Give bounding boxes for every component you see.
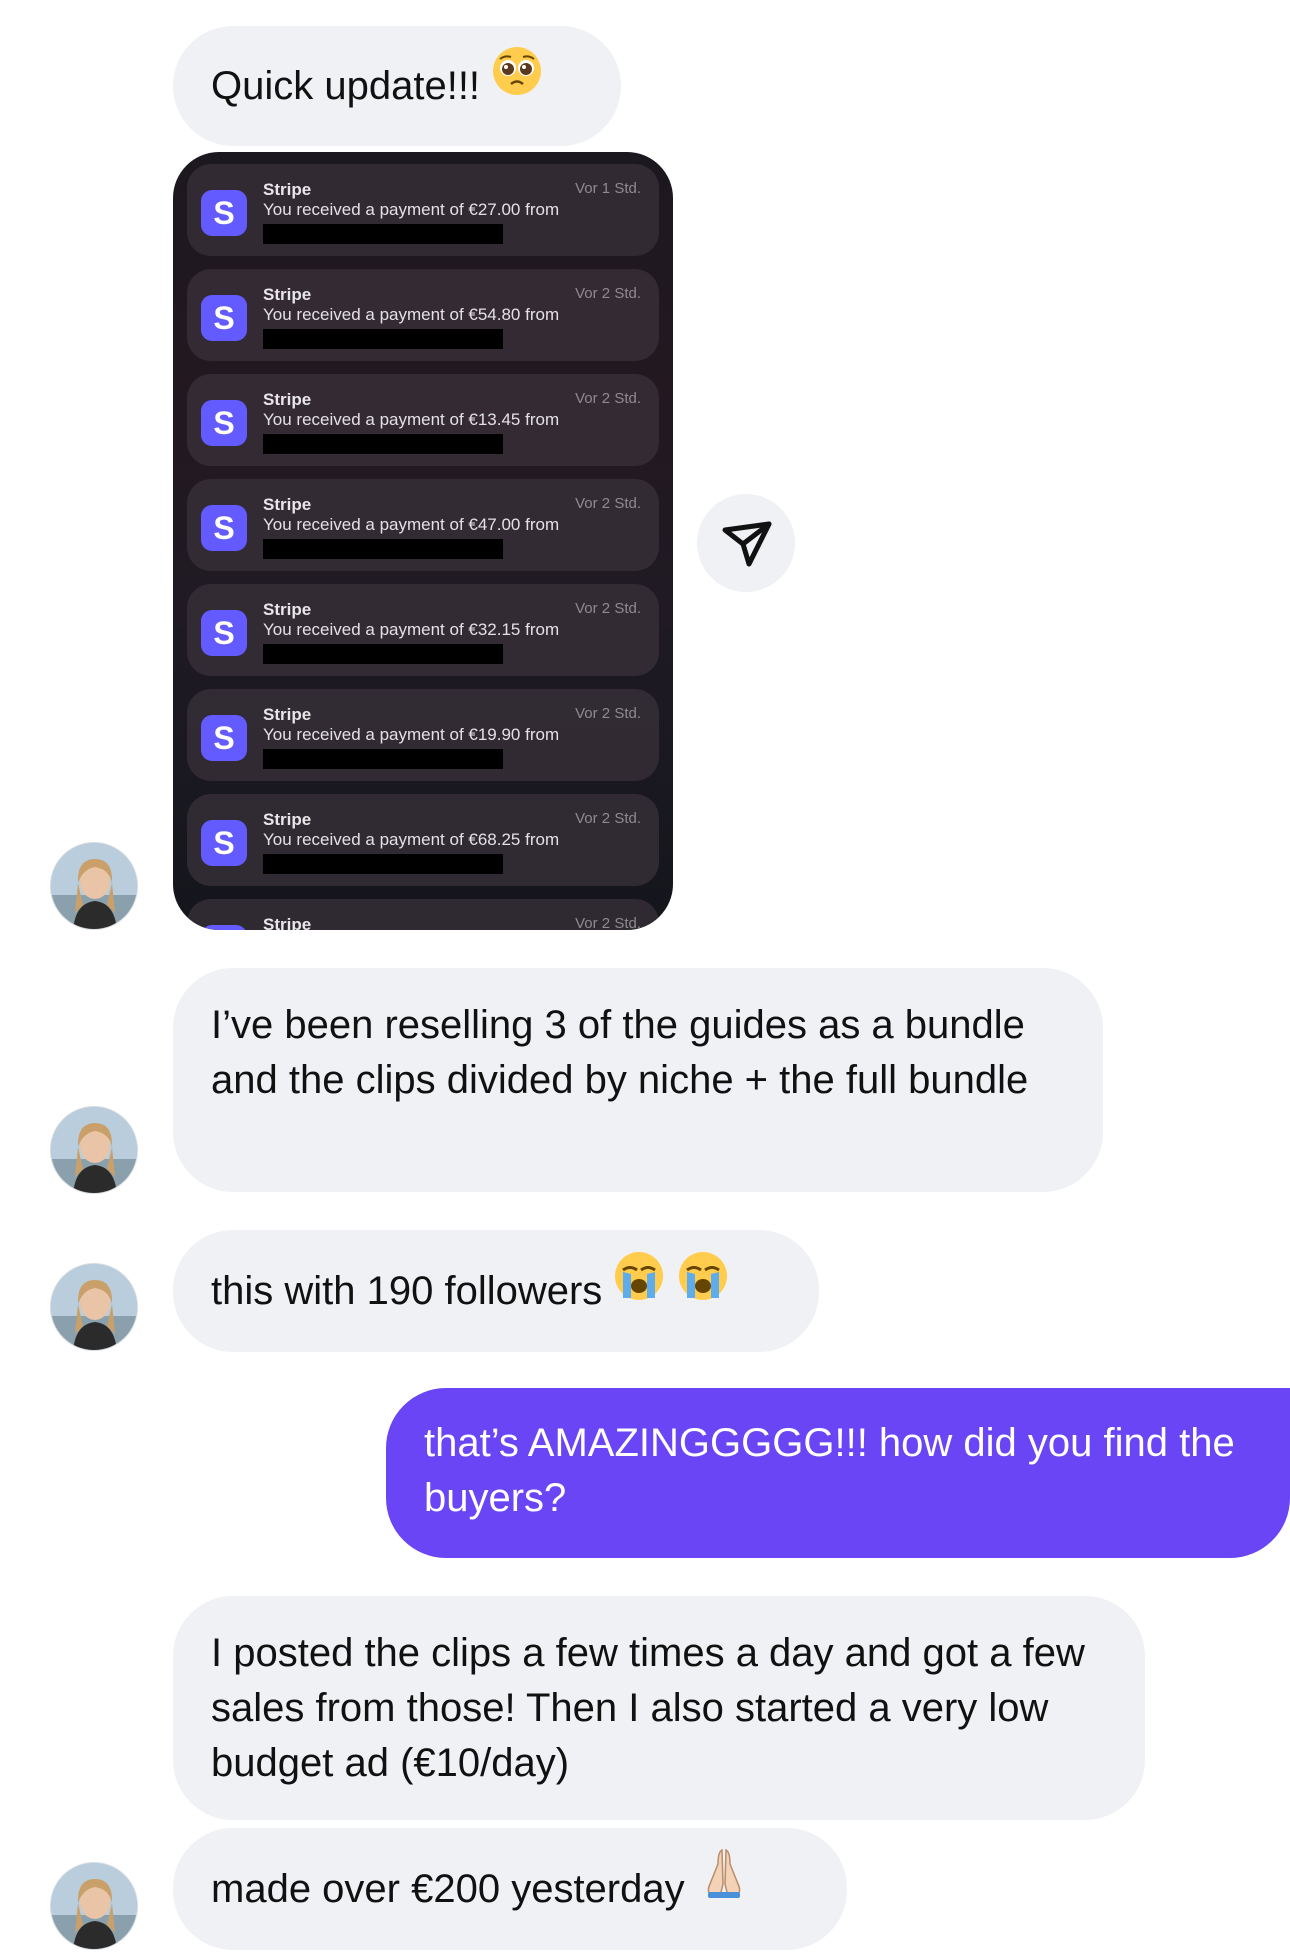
stripe-icon: S: [201, 295, 247, 341]
redacted-bar: [263, 224, 503, 244]
person-photo: [51, 1107, 137, 1193]
message-bubble[interactable]: made over €200 yesterday: [173, 1828, 847, 1950]
message-text: made over €200 yesterday: [211, 1867, 685, 1911]
loudly-crying-face-emoji: [613, 1228, 665, 1350]
avatar[interactable]: [50, 842, 138, 930]
share-button[interactable]: [697, 494, 795, 592]
payments-screenshot[interactable]: S Stripe Vor 1 Std. You received a payme…: [173, 152, 673, 930]
avatar[interactable]: [50, 1263, 138, 1351]
avatar[interactable]: [50, 1106, 138, 1194]
person-photo: [51, 1264, 137, 1350]
message-text: Quick update!!!: [211, 64, 481, 108]
stripe-icon: S: [201, 610, 247, 656]
message-text: I’ve been reselling 3 of the guides as a…: [211, 1003, 1037, 1102]
person-photo: [51, 1863, 137, 1949]
stripe-icon: S: [201, 925, 247, 930]
message-bubble[interactable]: Quick update!!!: [173, 26, 621, 146]
stripe-icon: S: [201, 715, 247, 761]
notification: S Stripe Vor 2 Std.: [187, 899, 659, 930]
chat-thread: Quick update!!! S Stripe Vor 1 Std. You …: [0, 0, 1290, 1958]
notification: S Stripe Vor 2 Std. You received a payme…: [187, 794, 659, 886]
redacted-bar: [263, 539, 503, 559]
notification: S Stripe Vor 2 Std. You received a payme…: [187, 689, 659, 781]
message-bubble[interactable]: this with 190 followers: [173, 1230, 819, 1352]
redacted-bar: [263, 329, 503, 349]
message-bubble-outgoing[interactable]: that’s AMAZINGGGGG!!! how did you find t…: [386, 1388, 1290, 1558]
notification: S Stripe Vor 2 Std. You received a payme…: [187, 269, 659, 361]
share-icon: [722, 521, 772, 567]
stripe-icon: S: [201, 505, 247, 551]
stripe-icon: S: [201, 820, 247, 866]
redacted-bar: [263, 644, 503, 664]
redacted-bar: [263, 434, 503, 454]
redacted-bar: [263, 854, 503, 874]
folded-hands-emoji: [696, 1826, 752, 1948]
message-bubble[interactable]: I posted the clips a few times a day and…: [173, 1596, 1145, 1820]
pleading-face-emoji: [491, 24, 543, 144]
loudly-crying-face-emoji: [677, 1228, 729, 1350]
notification: S Stripe Vor 2 Std. You received a payme…: [187, 374, 659, 466]
message-bubble[interactable]: I’ve been reselling 3 of the guides as a…: [173, 968, 1103, 1192]
notification: S Stripe Vor 2 Std. You received a payme…: [187, 479, 659, 571]
message-text: this with 190 followers: [211, 1269, 603, 1313]
stripe-icon: S: [201, 190, 247, 236]
avatar[interactable]: [50, 1862, 138, 1950]
person-photo: [51, 843, 137, 929]
message-text: that’s AMAZINGGGGG!!! how did you find t…: [424, 1421, 1246, 1520]
notification: S Stripe Vor 1 Std. You received a payme…: [187, 164, 659, 256]
redacted-bar: [263, 749, 503, 769]
message-text: I posted the clips a few times a day and…: [211, 1631, 1096, 1785]
stripe-icon: S: [201, 400, 247, 446]
notification: S Stripe Vor 2 Std. You received a payme…: [187, 584, 659, 676]
